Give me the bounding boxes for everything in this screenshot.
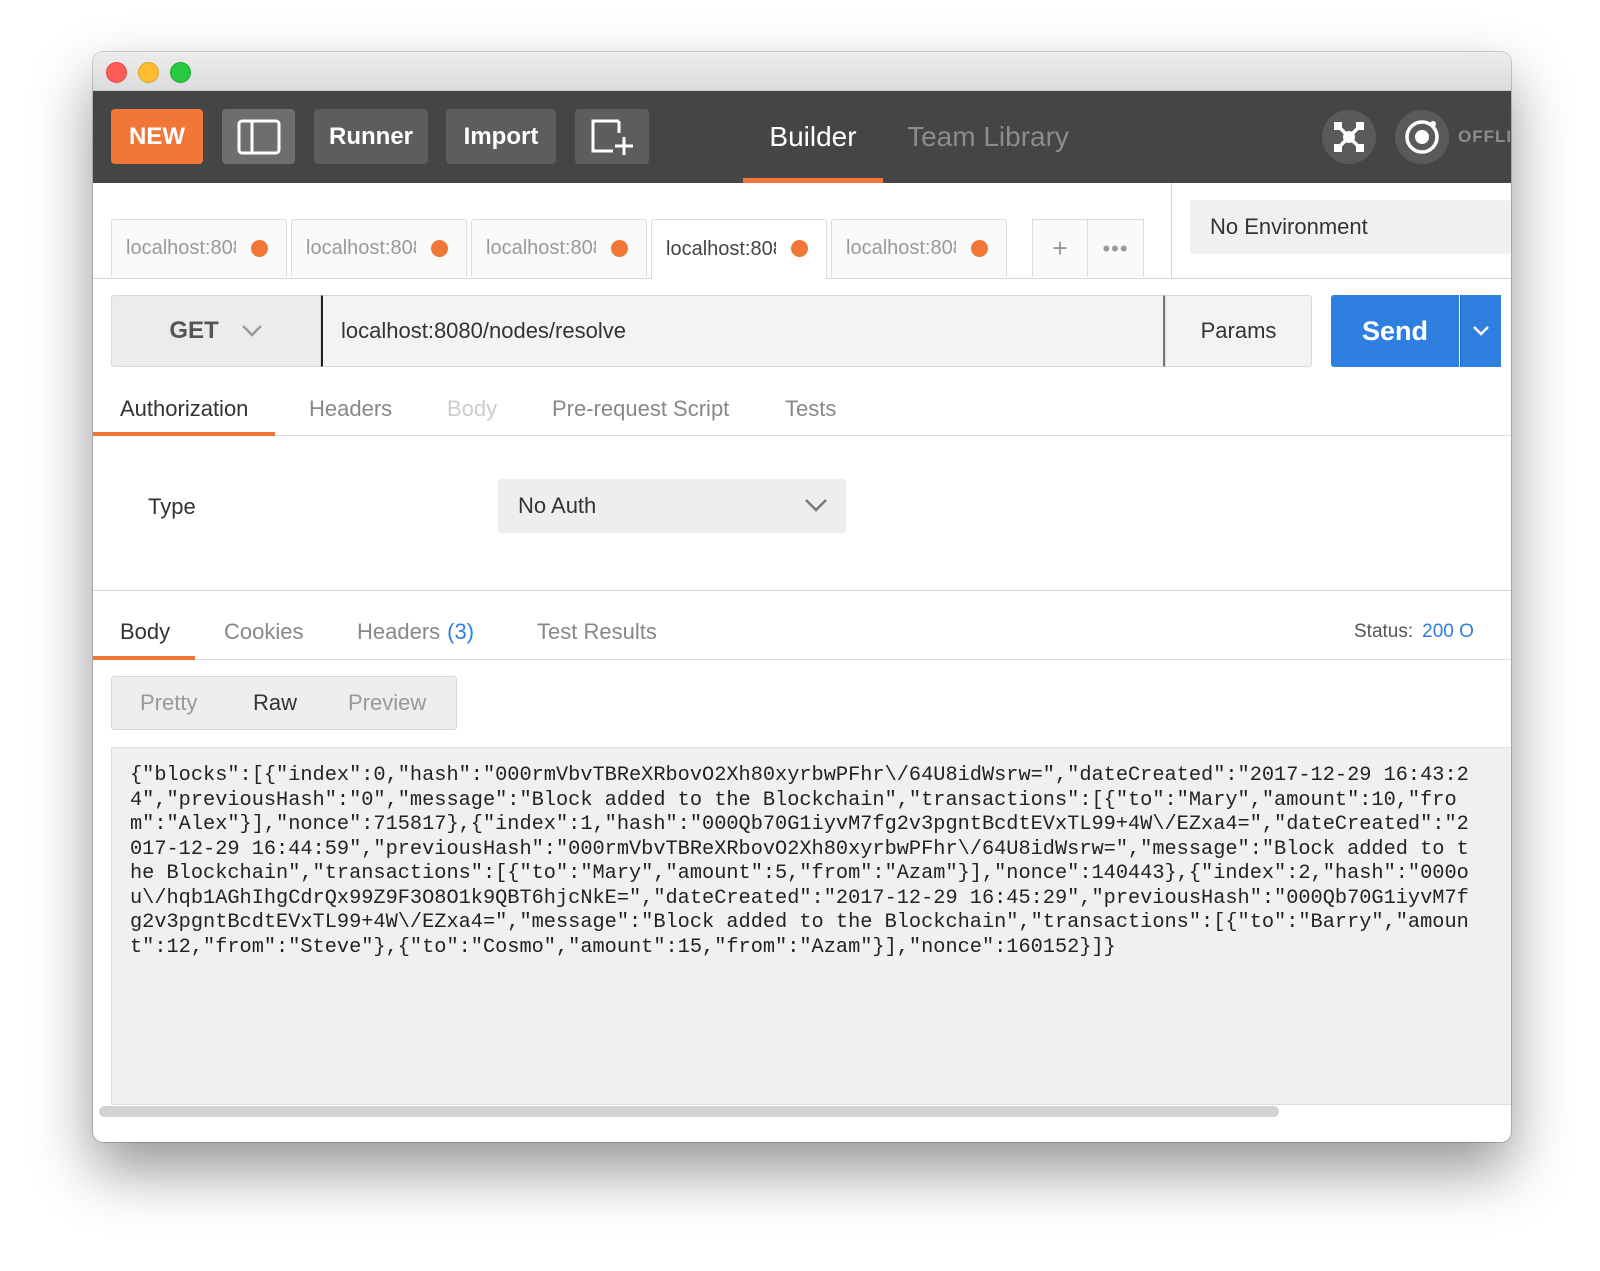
- format-raw-button[interactable]: Raw: [253, 677, 297, 729]
- app-header: NEW Runner Import Builder Team Library O…: [93, 91, 1511, 183]
- unsaved-dot-icon: [611, 240, 628, 257]
- request-tab-active[interactable]: localhost:8080/nodes/resolve: [651, 219, 827, 279]
- chevron-down-icon: [1473, 326, 1489, 336]
- response-body-viewer[interactable]: {"blocks":[{"index":0,"hash":"000rmVbvTB…: [111, 747, 1511, 1105]
- response-body-text: {"blocks":[{"index":0,"hash":"000rmVbvTB…: [130, 764, 1469, 959]
- sidebar-toggle-icon: [237, 119, 280, 154]
- minimize-window-button[interactable]: [138, 62, 159, 83]
- auth-type-value: No Auth: [518, 493, 597, 518]
- import-button[interactable]: Import: [446, 109, 556, 164]
- sync-button[interactable]: [1322, 110, 1376, 164]
- horizontal-scrollbar[interactable]: [99, 1106, 1279, 1117]
- method-label: GET: [169, 317, 219, 344]
- auth-type-select[interactable]: No Auth: [498, 479, 846, 533]
- authorization-panel: Type No Auth: [93, 436, 1511, 586]
- request-tab-label: localhost:8080/nodes/resolve: [846, 237, 956, 259]
- request-tab-strip: localhost:8080/nodes/resolve localhost:8…: [93, 183, 1170, 279]
- request-tab[interactable]: localhost:8080/nodes/resolve: [471, 219, 647, 277]
- runner-button[interactable]: Runner: [314, 109, 428, 164]
- request-tab[interactable]: localhost:8080/nodes/resolve: [291, 219, 467, 277]
- request-tab-label: localhost:8080/nodes/resolve: [666, 238, 776, 260]
- title-bar: [93, 52, 1511, 91]
- response-status: Status: 200 O: [1354, 604, 1474, 659]
- tab-tests[interactable]: Tests: [785, 382, 836, 435]
- offline-label: OFFLI: [1458, 127, 1511, 146]
- method-select[interactable]: GET: [111, 295, 321, 367]
- unsaved-dot-icon: [251, 240, 268, 257]
- request-tab-label: localhost:8080/nodes/resolve: [126, 237, 236, 259]
- tab-headers[interactable]: Headers: [309, 382, 392, 435]
- new-window-icon: [591, 119, 633, 155]
- request-tab[interactable]: localhost:8080/nodes/resolve: [831, 219, 1007, 277]
- status-value[interactable]: 200 O: [1422, 621, 1474, 643]
- status-button[interactable]: [1395, 110, 1449, 164]
- tab-response-headers-label: Headers: [357, 618, 441, 644]
- unsaved-dot-icon: [791, 240, 808, 257]
- tab-builder[interactable]: Builder: [743, 91, 883, 183]
- new-window-button[interactable]: [575, 109, 649, 164]
- tab-response-body[interactable]: Body: [93, 604, 196, 660]
- format-preview-button[interactable]: Preview: [348, 677, 426, 729]
- tab-authorization[interactable]: Authorization: [93, 382, 276, 436]
- response-tabs: Body Cookies Headers (3) Test Results St…: [93, 604, 1511, 660]
- request-tab[interactable]: localhost:8080/nodes/resolve: [111, 219, 287, 277]
- zoom-window-button[interactable]: [170, 62, 191, 83]
- tab-response-headers[interactable]: Headers (3): [357, 604, 474, 659]
- new-button[interactable]: NEW: [111, 109, 203, 164]
- tab-pre-request-script[interactable]: Pre-request Script: [552, 382, 729, 435]
- status-label: Status:: [1354, 620, 1414, 642]
- request-subtabs: Authorization Headers Body Pre-request S…: [93, 382, 1511, 436]
- environment-area: No Environment: [1171, 183, 1511, 279]
- unsaved-dot-icon: [971, 240, 988, 257]
- environment-select[interactable]: No Environment: [1190, 200, 1511, 254]
- url-input[interactable]: [321, 295, 1165, 367]
- unsaved-dot-icon: [431, 240, 448, 257]
- section-divider: [93, 590, 1511, 591]
- tab-body[interactable]: Body: [447, 382, 497, 435]
- close-window-button[interactable]: [106, 62, 127, 83]
- headers-count-badge: (3): [447, 618, 475, 644]
- tab-test-results[interactable]: Test Results: [537, 604, 657, 659]
- tab-team-library[interactable]: Team Library: [903, 91, 1073, 183]
- format-pretty-button[interactable]: Pretty: [140, 677, 197, 729]
- toggle-sidebar-button[interactable]: [222, 109, 295, 164]
- send-button[interactable]: Send: [1331, 295, 1459, 367]
- chevron-down-icon: [241, 325, 262, 337]
- app-window: NEW Runner Import Builder Team Library O…: [93, 52, 1511, 1142]
- chevron-down-icon: [805, 499, 827, 512]
- request-tab-label: localhost:8080/nodes/resolve: [486, 237, 596, 259]
- more-tabs-button[interactable]: •••: [1088, 219, 1144, 277]
- auth-type-label: Type: [148, 494, 196, 519]
- send-options-button[interactable]: [1460, 295, 1501, 367]
- params-button[interactable]: Params: [1165, 295, 1312, 367]
- add-tab-button[interactable]: +: [1032, 219, 1088, 277]
- satellite-sync-icon: [1334, 122, 1364, 152]
- tab-cookies[interactable]: Cookies: [224, 604, 303, 659]
- request-tab-label: localhost:8080/nodes/resolve: [306, 237, 416, 259]
- response-format-group: Pretty Raw Preview: [111, 676, 457, 730]
- connection-status-icon: [1405, 120, 1439, 154]
